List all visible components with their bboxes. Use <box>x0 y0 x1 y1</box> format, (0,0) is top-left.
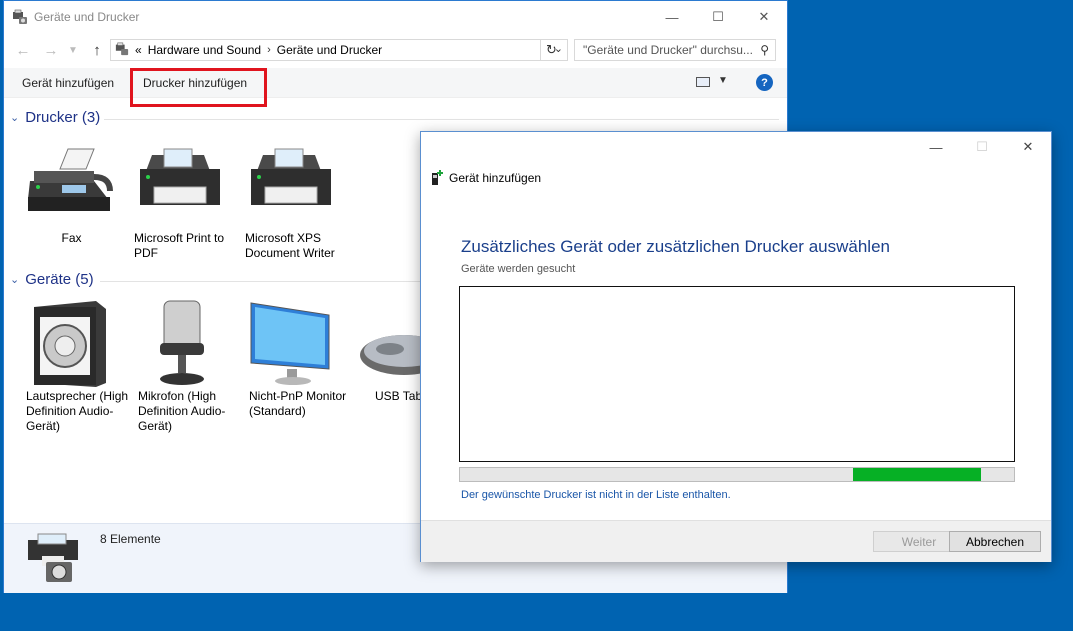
device-item-speaker[interactable]: Lautsprecher (High Definition Audio-Gerä… <box>26 299 131 434</box>
maximize-icon: ☐ <box>976 139 988 154</box>
dialog-title: Gerät hinzufügen <box>449 171 542 185</box>
mouse-icon <box>360 299 422 389</box>
group-header-devices[interactable]: ⌄ Geräte (5) <box>10 271 94 288</box>
speaker-icon <box>26 299 131 389</box>
dialog-heading: Zusätzliches Gerät oder zusätzlichen Dru… <box>461 237 890 256</box>
device-label: USB Table <box>375 389 422 403</box>
device-label: Nicht-PnP Monitor (Standard) <box>249 389 347 418</box>
add-device-icon <box>431 170 443 186</box>
view-dropdown-icon[interactable]: ▼ <box>718 75 728 86</box>
group-divider <box>104 119 779 120</box>
window-title: Geräte und Drucker <box>34 10 140 24</box>
device-label: Fax <box>61 231 82 245</box>
group-divider <box>100 281 420 282</box>
chevron-down-icon[interactable]: ⌄ <box>10 273 19 286</box>
device-label: Microsoft Print to PDF <box>134 231 225 260</box>
help-icon[interactable]: ? <box>756 74 773 91</box>
command-bar: Gerät hinzufügen Drucker hinzufügen ▼ ? <box>4 68 787 107</box>
device-item-usb-table[interactable]: USB Table <box>360 299 422 404</box>
search-progress-bar <box>459 467 1015 482</box>
view-options-icon[interactable] <box>696 77 710 87</box>
address-bar[interactable]: « Hardware und Sound › Geräte und Drucke… <box>110 39 568 61</box>
breadcrumb-overflow[interactable]: « <box>135 43 142 57</box>
close-icon[interactable]: ✕ <box>1005 132 1051 162</box>
minimize-icon[interactable]: — <box>649 1 695 33</box>
searching-status: Geräte werden gesucht <box>461 263 576 275</box>
device-item-microphone[interactable]: Mikrofon (High Definition Audio-Gerät) <box>138 299 243 434</box>
devices-printers-icon <box>24 530 84 591</box>
refresh-icon[interactable]: ↻ <box>540 39 562 61</box>
group-label-printers: Drucker (3) <box>25 109 101 126</box>
printer-not-listed-link[interactable]: Der gewünschte Drucker ist nicht in der … <box>461 489 731 501</box>
dialog-footer: Weiter Abbrechen <box>421 520 1051 562</box>
printer-icon <box>134 141 239 231</box>
progress-fill <box>853 468 981 481</box>
group-label-devices: Geräte (5) <box>25 271 94 288</box>
device-item-fax[interactable]: Fax <box>24 141 129 246</box>
minimize-icon[interactable]: — <box>913 132 959 162</box>
group-header-printers[interactable]: ⌄ Drucker (3) <box>10 109 100 126</box>
microphone-icon <box>138 299 243 389</box>
device-label: Mikrofon (High Definition Audio-Gerät) <box>138 389 226 433</box>
maximize-icon[interactable]: ☐ <box>695 1 741 33</box>
breadcrumb-hardware-sound[interactable]: Hardware und Sound <box>148 43 261 57</box>
add-device-dialog: — ☐ ✕ Gerät hinzufügen Zusätzliches Gerä… <box>420 131 1052 562</box>
highlight-frame <box>130 68 267 107</box>
breadcrumb-separator-icon[interactable]: › <box>267 44 271 56</box>
device-label: Microsoft XPS Document Writer <box>245 231 335 260</box>
search-input[interactable]: "Geräte und Drucker" durchsu... ⚲ <box>574 39 776 61</box>
dialog-title-bar: Gerät hinzufügen <box>431 170 541 186</box>
forward-arrow-icon[interactable]: → <box>40 39 62 61</box>
search-icon[interactable]: ⚲ <box>760 43 769 57</box>
device-item-monitor[interactable]: Nicht-PnP Monitor (Standard) <box>249 299 354 419</box>
breadcrumb-devices-printers[interactable]: Geräte und Drucker <box>277 43 382 57</box>
device-item-xps-writer[interactable]: Microsoft XPS Document Writer <box>245 141 350 261</box>
device-item-print-to-pdf[interactable]: Microsoft Print to PDF <box>134 141 239 261</box>
add-device-button[interactable]: Gerät hinzufügen <box>22 76 114 90</box>
address-row: ← → ▼ ↑ « Hardware und Sound › Geräte un… <box>4 37 787 63</box>
search-placeholder: "Geräte und Drucker" durchsu... <box>583 43 753 57</box>
device-results-list[interactable] <box>459 286 1015 462</box>
device-label: Lautsprecher (High Definition Audio-Gerä… <box>26 389 129 433</box>
cancel-button[interactable]: Abbrechen <box>949 531 1041 552</box>
back-arrow-icon[interactable]: ← <box>12 39 34 61</box>
up-arrow-icon[interactable]: ↑ <box>86 39 108 61</box>
recent-locations-chevron-icon[interactable]: ▼ <box>62 39 84 61</box>
item-count: 8 Elemente <box>100 532 161 546</box>
printer-icon <box>245 141 350 231</box>
location-icon <box>115 42 129 59</box>
monitor-icon <box>249 299 354 389</box>
fax-icon <box>24 141 129 231</box>
chevron-down-icon[interactable]: ⌄ <box>10 111 19 124</box>
devices-printers-icon <box>12 9 28 25</box>
title-bar: Geräte und Drucker — ☐ ✕ <box>4 1 787 33</box>
close-icon[interactable]: ✕ <box>741 1 787 33</box>
